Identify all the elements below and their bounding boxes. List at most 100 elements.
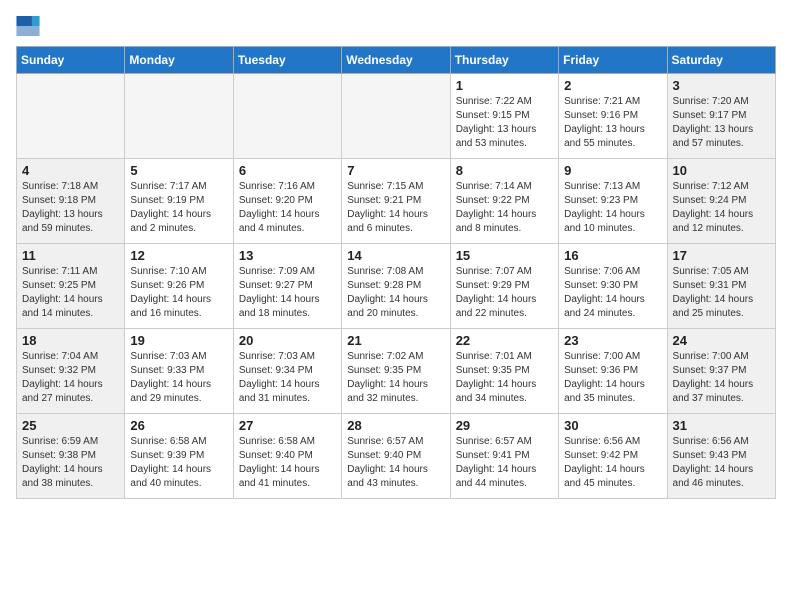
day-number: 26 [130, 418, 227, 433]
day-number: 5 [130, 163, 227, 178]
calendar-cell: 9 Sunrise: 7:13 AM Sunset: 9:23 PM Daylig… [559, 159, 667, 244]
calendar-cell: 8Sunrise: 7:14 AM Sunset: 9:22 PM Daylig… [450, 159, 558, 244]
day-info: Sunrise: 7:05 AM Sunset: 9:31 PM Dayligh… [673, 265, 770, 321]
calendar-cell: 3 Sunrise: 7:20 AM Sunset: 9:17 PM Daylig… [667, 74, 775, 159]
day-info: Sunrise: 7:13 AM Sunset: 9:23 PM Dayligh… [564, 180, 661, 236]
day-info: Sunrise: 7:22 AM Sunset: 9:15 PM Dayligh… [456, 95, 553, 151]
calendar-cell: 26 Sunrise: 6:58 AM Sunset: 9:39 PM Dayli… [125, 414, 233, 499]
day-number: 29 [456, 418, 553, 433]
calendar-week-5: 25 Sunrise: 6:59 AM Sunset: 9:38 PM Dayli… [17, 414, 776, 499]
day-info: Sunrise: 7:06 AM Sunset: 9:30 PM Dayligh… [564, 265, 661, 321]
calendar-week-3: 11 Sunrise: 7:11 AM Sunset: 9:25 PM Dayli… [17, 244, 776, 329]
calendar-week-4: 18 Sunrise: 7:04 AM Sunset: 9:32 PM Dayli… [17, 329, 776, 414]
calendar-cell [125, 74, 233, 159]
day-info: Sunrise: 7:03 AM Sunset: 9:33 PM Dayligh… [130, 350, 227, 406]
day-number: 19 [130, 333, 227, 348]
day-info: Sunrise: 7:08 AM Sunset: 9:28 PM Dayligh… [347, 265, 444, 321]
day-number: 24 [673, 333, 770, 348]
calendar-cell: 11 Sunrise: 7:11 AM Sunset: 9:25 PM Dayli… [17, 244, 125, 329]
day-info: Sunrise: 7:04 AM Sunset: 9:32 PM Dayligh… [22, 350, 119, 406]
calendar-cell: 29 Sunrise: 6:57 AM Sunset: 9:41 PM Dayli… [450, 414, 558, 499]
calendar-cell: 10 Sunrise: 7:12 AM Sunset: 9:24 PM Dayli… [667, 159, 775, 244]
calendar-cell: 27Sunrise: 6:58 AM Sunset: 9:40 PM Dayli… [233, 414, 341, 499]
day-info: Sunrise: 7:02 AM Sunset: 9:35 PM Dayligh… [347, 350, 444, 406]
calendar-cell: 20 Sunrise: 7:03 AM Sunset: 9:34 PM Dayli… [233, 329, 341, 414]
day-number: 14 [347, 248, 444, 263]
day-number: 9 [564, 163, 661, 178]
day-number: 18 [22, 333, 119, 348]
day-info: Sunrise: 7:11 AM Sunset: 9:25 PM Dayligh… [22, 265, 119, 321]
calendar-cell [233, 74, 341, 159]
calendar-table: SundayMondayTuesdayWednesdayThursdayFrid… [16, 46, 776, 499]
day-info: Sunrise: 7:00 AM Sunset: 9:37 PM Dayligh… [673, 350, 770, 406]
calendar-cell: 15 Sunrise: 7:07 AM Sunset: 9:29 PM Dayli… [450, 244, 558, 329]
calendar-cell: 25 Sunrise: 6:59 AM Sunset: 9:38 PM Dayli… [17, 414, 125, 499]
day-number: 25 [22, 418, 119, 433]
day-info: Sunrise: 6:57 AM Sunset: 9:41 PM Dayligh… [456, 435, 553, 491]
calendar-cell: 17 Sunrise: 7:05 AM Sunset: 9:31 PM Dayli… [667, 244, 775, 329]
calendar-cell: 31 Sunrise: 6:56 AM Sunset: 9:43 PM Dayli… [667, 414, 775, 499]
day-info: Sunrise: 7:16 AM Sunset: 9:20 PM Dayligh… [239, 180, 336, 236]
day-number: 3 [673, 78, 770, 93]
calendar-cell: 12 Sunrise: 7:10 AM Sunset: 9:26 PM Dayli… [125, 244, 233, 329]
day-info: Sunrise: 6:56 AM Sunset: 9:43 PM Dayligh… [673, 435, 770, 491]
day-number: 23 [564, 333, 661, 348]
day-number: 2 [564, 78, 661, 93]
column-header-thursday: Thursday [450, 47, 558, 74]
calendar-week-2: 4 Sunrise: 7:18 AM Sunset: 9:18 PM Daylig… [17, 159, 776, 244]
day-number: 4 [22, 163, 119, 178]
day-number: 12 [130, 248, 227, 263]
column-header-wednesday: Wednesday [342, 47, 450, 74]
day-info: Sunrise: 6:56 AM Sunset: 9:42 PM Dayligh… [564, 435, 661, 491]
day-number: 20 [239, 333, 336, 348]
day-info: Sunrise: 7:00 AM Sunset: 9:36 PM Dayligh… [564, 350, 661, 406]
day-number: 8 [456, 163, 553, 178]
day-info: Sunrise: 7:07 AM Sunset: 9:29 PM Dayligh… [456, 265, 553, 321]
calendar-cell [17, 74, 125, 159]
calendar-week-1: 1 Sunrise: 7:22 AM Sunset: 9:15 PM Daylig… [17, 74, 776, 159]
day-info: Sunrise: 7:17 AM Sunset: 9:19 PM Dayligh… [130, 180, 227, 236]
day-number: 30 [564, 418, 661, 433]
day-info: Sunrise: 7:12 AM Sunset: 9:24 PM Dayligh… [673, 180, 770, 236]
calendar-cell: 19 Sunrise: 7:03 AM Sunset: 9:33 PM Dayli… [125, 329, 233, 414]
calendar-cell: 28 Sunrise: 6:57 AM Sunset: 9:40 PM Dayli… [342, 414, 450, 499]
calendar-cell [342, 74, 450, 159]
day-number: 31 [673, 418, 770, 433]
column-header-tuesday: Tuesday [233, 47, 341, 74]
calendar-cell: 16 Sunrise: 7:06 AM Sunset: 9:30 PM Dayli… [559, 244, 667, 329]
column-header-friday: Friday [559, 47, 667, 74]
page-header [16, 16, 776, 36]
day-number: 13 [239, 248, 336, 263]
day-number: 21 [347, 333, 444, 348]
day-number: 27 [239, 418, 336, 433]
day-number: 11 [22, 248, 119, 263]
day-info: Sunrise: 7:01 AM Sunset: 9:35 PM Dayligh… [456, 350, 553, 406]
day-number: 6 [239, 163, 336, 178]
logo [16, 16, 44, 36]
day-info: Sunrise: 6:57 AM Sunset: 9:40 PM Dayligh… [347, 435, 444, 491]
day-number: 1 [456, 78, 553, 93]
column-header-monday: Monday [125, 47, 233, 74]
calendar-cell: 14 Sunrise: 7:08 AM Sunset: 9:28 PM Dayli… [342, 244, 450, 329]
calendar-cell: 18 Sunrise: 7:04 AM Sunset: 9:32 PM Dayli… [17, 329, 125, 414]
day-info: Sunrise: 6:59 AM Sunset: 9:38 PM Dayligh… [22, 435, 119, 491]
calendar-cell: 7Sunrise: 7:15 AM Sunset: 9:21 PM Daylig… [342, 159, 450, 244]
calendar-cell: 21 Sunrise: 7:02 AM Sunset: 9:35 PM Dayli… [342, 329, 450, 414]
day-info: Sunrise: 6:58 AM Sunset: 9:39 PM Dayligh… [130, 435, 227, 491]
calendar-cell: 2Sunrise: 7:21 AM Sunset: 9:16 PM Daylig… [559, 74, 667, 159]
day-info: Sunrise: 7:20 AM Sunset: 9:17 PM Dayligh… [673, 95, 770, 151]
day-number: 16 [564, 248, 661, 263]
day-number: 22 [456, 333, 553, 348]
day-number: 15 [456, 248, 553, 263]
day-info: Sunrise: 7:03 AM Sunset: 9:34 PM Dayligh… [239, 350, 336, 406]
day-info: Sunrise: 7:10 AM Sunset: 9:26 PM Dayligh… [130, 265, 227, 321]
calendar-cell: 4 Sunrise: 7:18 AM Sunset: 9:18 PM Daylig… [17, 159, 125, 244]
column-header-saturday: Saturday [667, 47, 775, 74]
day-info: Sunrise: 7:09 AM Sunset: 9:27 PM Dayligh… [239, 265, 336, 321]
day-number: 17 [673, 248, 770, 263]
column-header-sunday: Sunday [17, 47, 125, 74]
calendar-cell: 6 Sunrise: 7:16 AM Sunset: 9:20 PM Daylig… [233, 159, 341, 244]
day-info: Sunrise: 7:18 AM Sunset: 9:18 PM Dayligh… [22, 180, 119, 236]
day-number: 10 [673, 163, 770, 178]
day-number: 28 [347, 418, 444, 433]
